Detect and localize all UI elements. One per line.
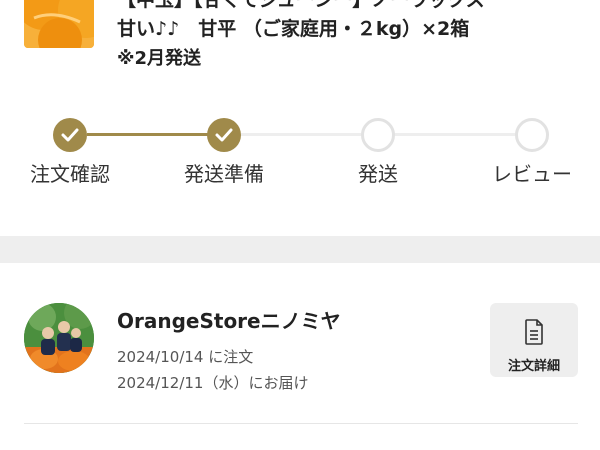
shop-avatar[interactable]: [24, 303, 94, 373]
product-title-line2: 甘い♪♪ 甘平 （ご家庭用・２kg）×2箱: [117, 18, 470, 40]
product-title[interactable]: 【中玉】【甘くてジューシー】ノーワックス 甘い♪♪ 甘平 （ご家庭用・２kg）×…: [117, 0, 587, 44]
delivery-date: 2024/12/11（水）にお届け: [117, 374, 309, 392]
section-separator: [0, 236, 600, 263]
step-label-shipped: 発送: [358, 162, 398, 186]
product-title-line1: 【中玉】【甘くてジューシー】ノーワックス: [117, 0, 485, 11]
step-connector-1: [87, 133, 209, 136]
step-label-shipping-prep: 発送準備: [184, 162, 264, 186]
step-label-order-confirm: 注文確認: [30, 162, 110, 186]
order-detail-button[interactable]: 注文詳細: [490, 303, 578, 377]
shop-name[interactable]: OrangeStoreニノミヤ: [117, 305, 341, 334]
order-detail-label: 注文詳細: [507, 359, 560, 374]
document-icon: [524, 319, 544, 349]
step-label-review: レビュー: [492, 162, 572, 186]
step-1-check-icon: [53, 118, 87, 152]
order-date: 2024/10/14 に注文: [117, 348, 254, 366]
step-3-pending-icon: [361, 118, 395, 152]
product-shipping-note: ※2月発送: [117, 48, 202, 69]
order-progress-stepper: 注文確認 発送準備 発送 レビュー: [0, 115, 600, 195]
step-connector-3: [394, 133, 515, 136]
step-4-pending-icon: [515, 118, 549, 152]
step-2-check-icon: [207, 118, 241, 152]
product-thumbnail[interactable]: [24, 0, 94, 48]
list-divider: [24, 423, 578, 424]
step-connector-2: [241, 133, 361, 136]
